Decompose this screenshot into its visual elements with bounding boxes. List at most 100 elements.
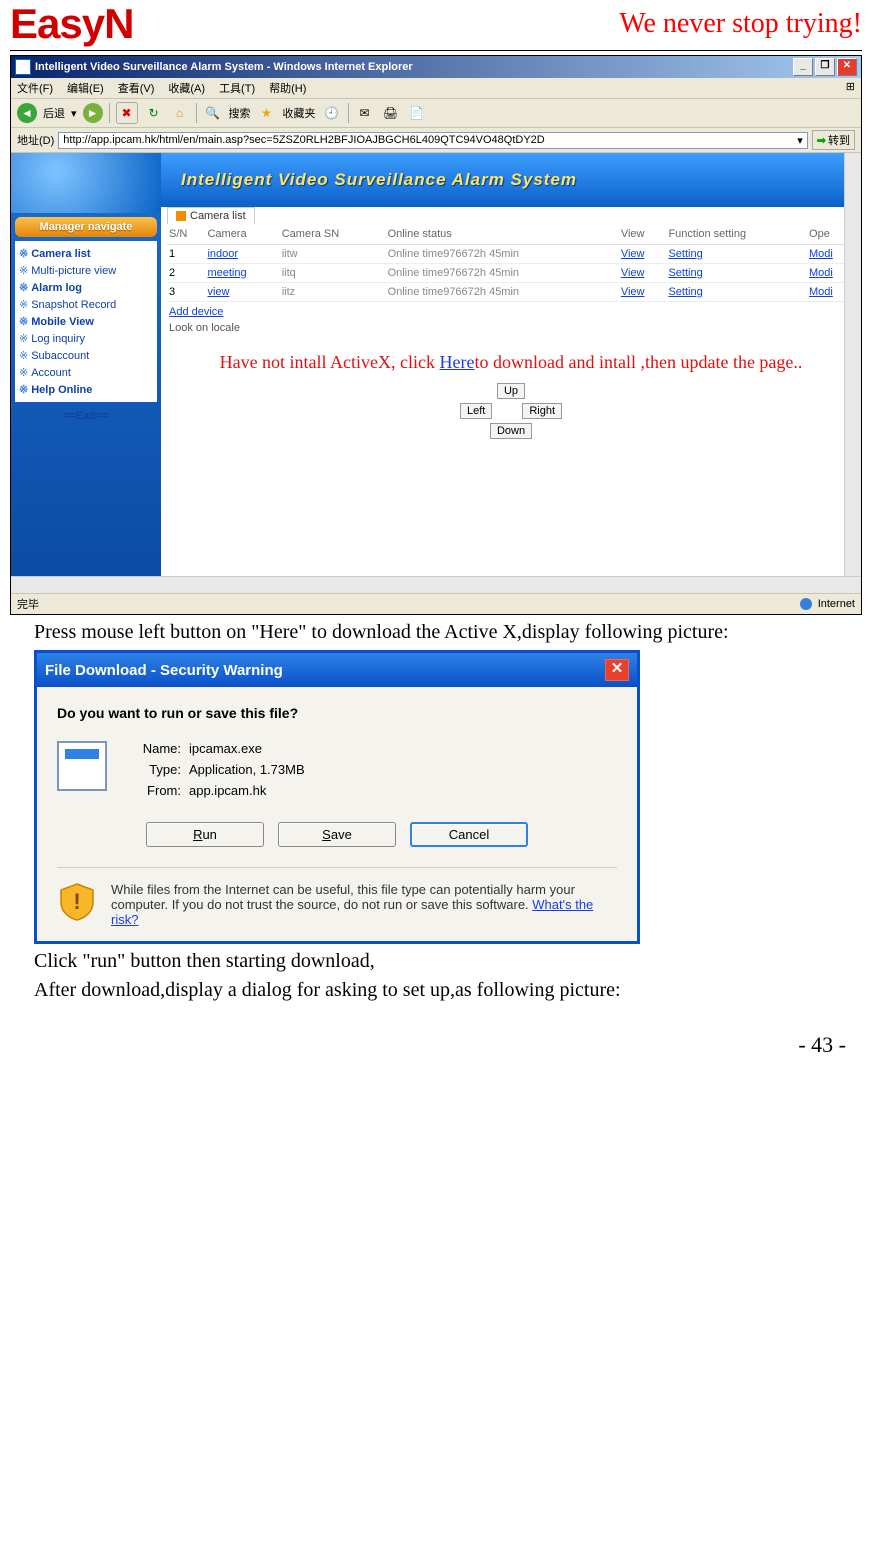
down-button[interactable]: Down: [490, 423, 532, 439]
stop-button[interactable]: ✖: [116, 102, 138, 124]
dialog-warning-text: While files from the Internet can be use…: [111, 882, 617, 927]
forward-button[interactable]: ►: [83, 103, 103, 123]
nav-snapshot[interactable]: ※Snapshot Record: [19, 296, 153, 313]
label-from: From:: [123, 783, 181, 798]
menu-file[interactable]: 文件(F): [17, 80, 53, 96]
home-button[interactable]: ⌂: [170, 103, 190, 123]
search-icon[interactable]: 🔍: [203, 103, 223, 123]
sidebar-graphic: [11, 153, 161, 213]
svg-text:!: !: [73, 889, 80, 914]
edit-icon[interactable]: 📄: [407, 103, 427, 123]
brand-logo: EasyN: [10, 0, 133, 48]
nav-exit[interactable]: ==Exit==: [11, 410, 161, 422]
back-label[interactable]: 后退: [43, 105, 65, 121]
file-download-dialog: File Download - Security Warning ✕ Do yo…: [34, 650, 640, 944]
internet-zone-icon: [800, 598, 812, 610]
right-button[interactable]: Right: [522, 403, 562, 419]
horizontal-scrollbar[interactable]: [11, 576, 861, 593]
camera-link[interactable]: indoor: [207, 248, 238, 260]
nav-help-online[interactable]: ※Help Online: [19, 381, 153, 398]
instruction-text-1: Press mouse left button on "Here" to dow…: [34, 621, 862, 644]
favorites-label[interactable]: 收藏夹: [283, 105, 316, 121]
dialog-close-button[interactable]: ✕: [605, 659, 629, 681]
ie-toolbar: ◄ 后退 ▾ ► ✖ ↻ ⌂ 🔍 搜索 ★ 收藏夹 🕘 ✉ 🖨 📄: [11, 99, 861, 128]
table-row: 3 view iitz Online time976672h 45min Vie…: [167, 283, 855, 302]
dialog-separator: [57, 867, 617, 868]
toolbar-separator: [109, 103, 110, 123]
up-button[interactable]: Up: [497, 383, 525, 399]
windows-flag-icon: ⊞: [846, 80, 855, 96]
search-label[interactable]: 搜索: [229, 105, 251, 121]
close-button[interactable]: ✕: [837, 58, 857, 76]
direction-pad: Up Left Right Down: [167, 383, 855, 439]
address-input[interactable]: http://app.ipcam.hk/html/en/main.asp?sec…: [58, 132, 808, 149]
tab-bullet-icon: [176, 211, 186, 221]
go-button[interactable]: ➡ 转到: [812, 130, 855, 150]
nav-mobile-view[interactable]: ※Mobile View: [19, 313, 153, 330]
save-button[interactable]: Save: [278, 822, 396, 847]
table-row: 1 indoor iitw Online time976672h 45min V…: [167, 245, 855, 264]
camera-link[interactable]: meeting: [207, 267, 246, 279]
instruction-text-2: Click "run" button then starting downloa…: [34, 950, 862, 973]
view-link[interactable]: View: [621, 248, 645, 260]
nav-account[interactable]: ※Account: [19, 364, 153, 381]
print-icon[interactable]: 🖨: [381, 103, 401, 123]
back-button[interactable]: ◄: [17, 103, 37, 123]
run-button[interactable]: Run: [146, 822, 264, 847]
favorites-icon[interactable]: ★: [257, 103, 277, 123]
table-row: 2 meeting iitq Online time976672h 45min …: [167, 264, 855, 283]
menu-edit[interactable]: 编辑(E): [67, 80, 104, 96]
nav-subaccount[interactable]: ※Subaccount: [19, 347, 153, 364]
camera-link[interactable]: view: [207, 286, 229, 298]
vertical-scrollbar[interactable]: [844, 153, 861, 576]
ie-content: Manager navigate ※Camera list ※Multi-pic…: [11, 153, 861, 593]
dialog-question: Do you want to run or save this file?: [57, 705, 617, 721]
camera-list-tab[interactable]: Camera list: [167, 207, 255, 224]
mail-icon[interactable]: ✉: [355, 103, 375, 123]
ie-window: Intelligent Video Surveillance Alarm Sys…: [10, 55, 862, 615]
dialog-titlebar: File Download - Security Warning ✕: [37, 653, 637, 687]
refresh-button[interactable]: ↻: [144, 103, 164, 123]
col-online: Online status: [386, 224, 619, 245]
instruction-text-3: After download,display a dialog for aski…: [34, 979, 862, 1002]
setting-link[interactable]: Setting: [668, 248, 702, 260]
nav-alarm-log[interactable]: ※Alarm log: [19, 279, 153, 296]
menu-favorites[interactable]: 收藏(A): [168, 80, 205, 96]
look-locale-label: Look on locale: [167, 318, 242, 338]
modify-link[interactable]: Modi: [809, 267, 833, 279]
setting-link[interactable]: Setting: [668, 286, 702, 298]
toolbar-separator: [348, 103, 349, 123]
back-dropdown-icon[interactable]: ▾: [71, 107, 77, 120]
nav-log-inquiry[interactable]: ※Log inquiry: [19, 330, 153, 347]
ie-menubar: 文件(F) 编辑(E) 查看(V) 收藏(A) 工具(T) 帮助(H) ⊞: [11, 78, 861, 99]
main-content: Intelligent Video Surveillance Alarm Sys…: [161, 153, 861, 593]
menu-help[interactable]: 帮助(H): [269, 80, 306, 96]
go-label: 转到: [828, 132, 850, 148]
here-link[interactable]: Here: [440, 352, 475, 372]
address-dropdown-icon[interactable]: ▾: [797, 134, 803, 147]
menu-view[interactable]: 查看(V): [118, 80, 155, 96]
modify-link[interactable]: Modi: [809, 286, 833, 298]
nav-camera-list[interactable]: ※Camera list: [19, 245, 153, 262]
file-type-icon: [57, 741, 107, 791]
shield-warning-icon: !: [57, 882, 97, 922]
nav-multi-picture[interactable]: ※Multi-picture view: [19, 262, 153, 279]
cancel-button[interactable]: Cancel: [410, 822, 528, 847]
ie-addressbar: 地址(D) http://app.ipcam.hk/html/en/main.a…: [11, 128, 861, 153]
minimize-button[interactable]: _: [793, 58, 813, 76]
left-button[interactable]: Left: [460, 403, 492, 419]
setting-link[interactable]: Setting: [668, 267, 702, 279]
label-type: Type:: [123, 762, 181, 777]
modify-link[interactable]: Modi: [809, 248, 833, 260]
ie-icon: [15, 59, 31, 75]
label-name: Name:: [123, 741, 181, 756]
nav-list: ※Camera list ※Multi-picture view ※Alarm …: [15, 241, 157, 402]
maximize-button[interactable]: ❐: [815, 58, 835, 76]
history-icon[interactable]: 🕘: [322, 103, 342, 123]
view-link[interactable]: View: [621, 286, 645, 298]
view-link[interactable]: View: [621, 267, 645, 279]
value-from: app.ipcam.hk: [189, 783, 305, 798]
ie-titlebar: Intelligent Video Surveillance Alarm Sys…: [11, 56, 861, 78]
app-banner: Intelligent Video Surveillance Alarm Sys…: [161, 153, 861, 207]
menu-tools[interactable]: 工具(T): [219, 80, 255, 96]
